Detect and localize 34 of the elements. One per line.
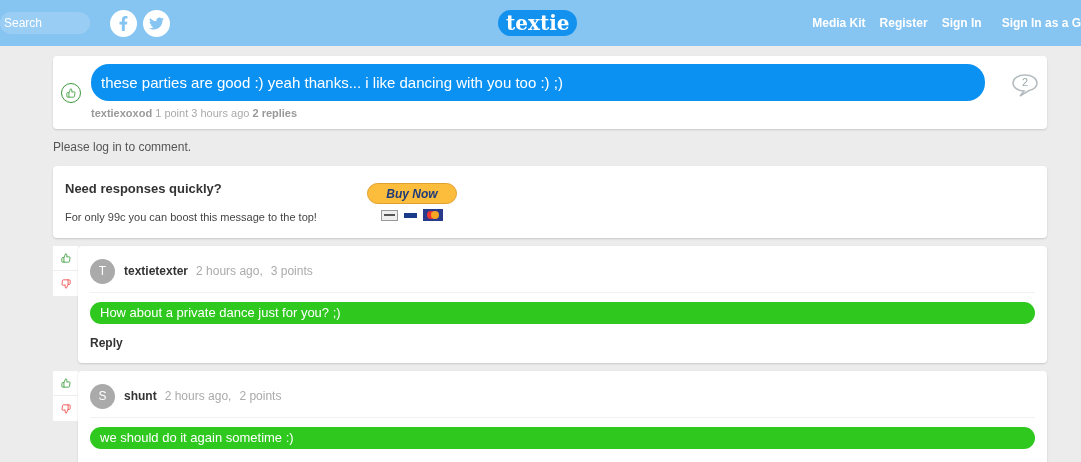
thumbs-down-icon[interactable] [53,396,78,421]
search-field[interactable]: Search [0,12,90,34]
nav-link[interactable]: Sign In [941,15,982,31]
mastercard-icon [423,209,443,221]
login-prompt: Please log in to comment. [53,139,193,155]
replies-link[interactable]: 2 replies [252,106,298,119]
reply-link[interactable]: Reply [90,334,1035,352]
time-text: 2 hours ago, [196,263,263,280]
bank-card-icon [381,209,398,221]
twitter-icon[interactable] [143,9,170,37]
facebook-icon[interactable] [110,9,137,37]
author-name[interactable]: textiexoxod [91,106,153,119]
time-text: 2 hours ago, [164,388,232,405]
author-name[interactable]: textietexter [124,262,189,280]
thumbs-down-icon[interactable] [53,271,78,296]
message-bubble: these parties are good :) yeah thanks... i like dancing with you too :) ;) [91,63,985,101]
speech-bubble-icon[interactable]: 2 [1011,72,1039,97]
logo[interactable]: textie [498,10,578,36]
login-link[interactable]: log in [93,140,122,154]
points-text: 1 point [155,106,189,119]
points-text: 3 points [270,263,313,280]
avatar: T [90,258,115,284]
nav-link[interactable]: Register [879,15,928,31]
author-name[interactable]: shunt [124,387,157,405]
points-text: 2 points [239,388,282,405]
time-text: 3 hours ago [191,106,250,119]
nav-link[interactable]: Media Kit [812,15,866,31]
message-bubble: How about a private dance just for you? ;) [90,302,1035,324]
promo-title: Need responses quickly? [65,179,223,198]
message-bubble: we should do it again sometime :) [90,427,1035,449]
nav-link[interactable]: Sign In as a G [1001,15,1081,31]
promo-text: For only 99c you can boost this message to the top! [65,210,318,225]
avatar: S [90,383,115,409]
buy-now-button[interactable]: Buy Now [367,183,457,204]
